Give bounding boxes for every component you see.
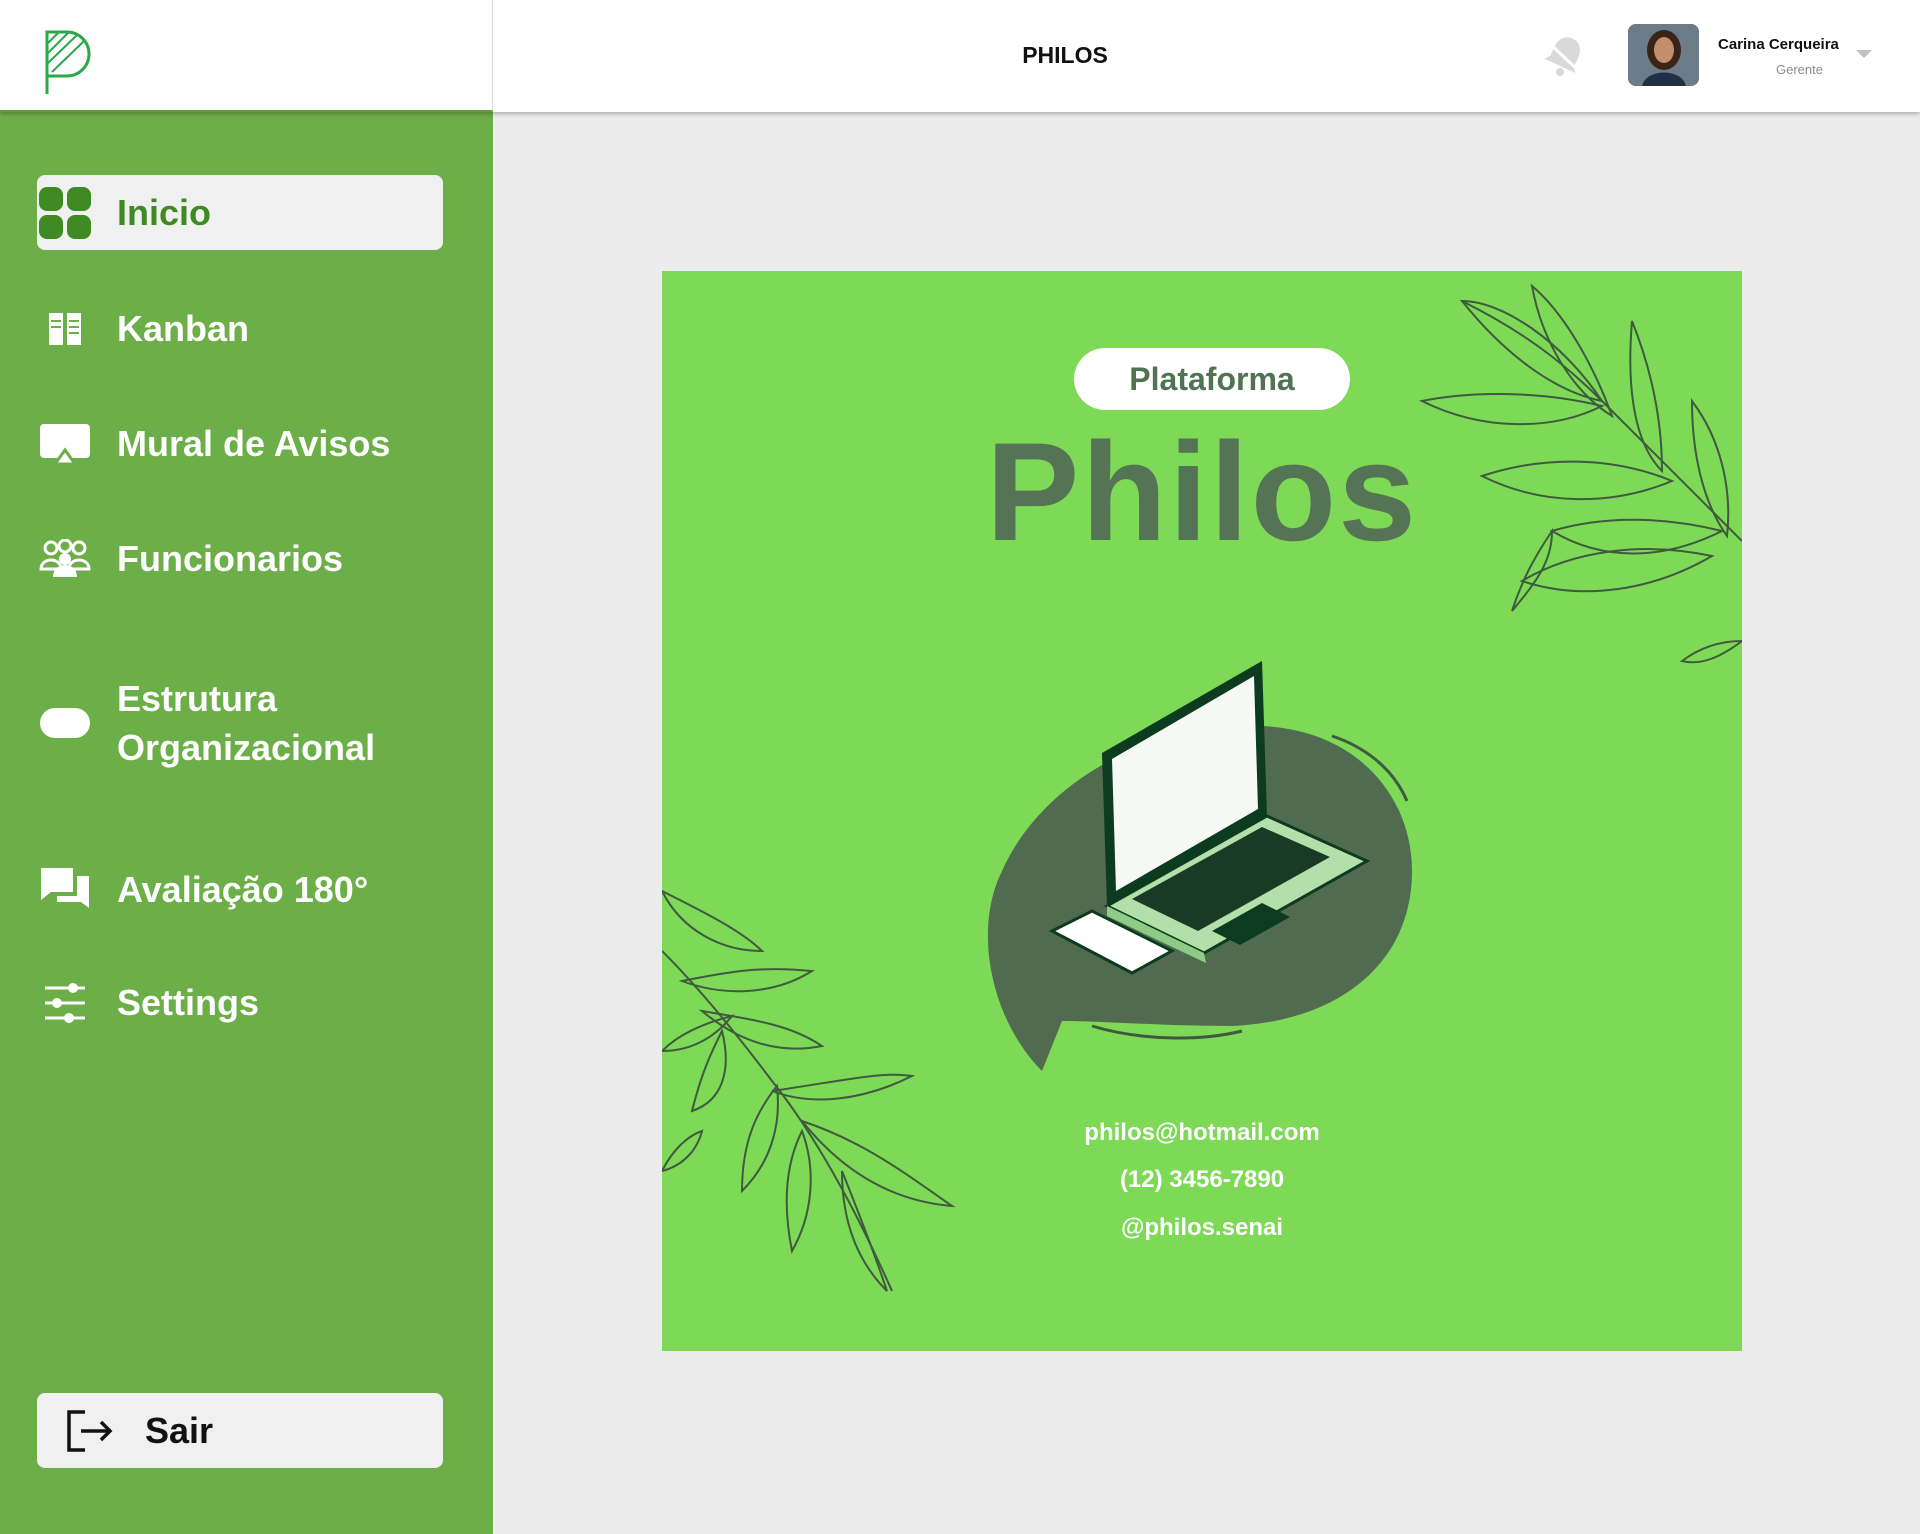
sidebar-item-label: Settings [117,982,260,1023]
contact-social: @philos.senai [1120,1214,1284,1241]
sidebar-item-inicio[interactable]: Inicio [37,175,443,250]
sliders-icon [37,981,93,1025]
sidebar-item-label: Avaliação 180° [117,868,369,910]
contact-email: philos@hotmail.com [1084,1119,1320,1146]
sidebar-item-mural-de-avisos[interactable]: Mural de Avisos [37,419,443,468]
chat-icon [37,864,93,914]
sidebar-item-kanban[interactable]: Kanban [37,304,443,353]
logout-icon [67,1409,113,1452]
banner-title: Philos [985,413,1419,570]
sidebar-item-label: Mural de Avisos [117,423,391,464]
top-header: PHILOS Carina Cerqueira Gerente [0,0,1920,112]
platform-tag: Plataforma [1074,348,1350,410]
logout-label: Sair [145,1409,214,1451]
kanban-icon [37,309,93,349]
sidebar-item-estrutura-organizacional[interactable]: Estrutura Organizacional [37,674,443,772]
user-menu-chevron-icon[interactable] [1856,50,1872,58]
sidebar-item-label: Funcionarios [117,538,344,579]
people-icon [37,538,93,579]
sidebar: Inicio Kanban Mural de Avisos Funcionari… [0,112,493,1534]
welcome-banner: Plataforma Philos philos@hotmail.com (12… [662,271,1742,1351]
sidebar-item-label: Estrutura [117,678,278,719]
notification-bell-icon[interactable] [1540,30,1590,80]
laptop-illustration [987,661,1412,1071]
user-name: Carina Cerqueira [1718,36,1839,53]
sidebar-item-funcionarios[interactable]: Funcionarios [37,534,443,583]
user-role: Gerente [1776,62,1823,77]
user-avatar[interactable] [1628,24,1699,86]
contact-phone: (12) 3456-7890 [1119,1166,1285,1193]
sidebar-item-settings[interactable]: Settings [37,978,443,1027]
logout-button[interactable]: Sair [37,1393,443,1468]
logo-area[interactable] [0,0,493,112]
philos-logo-icon [45,30,91,94]
board-icon [37,422,93,466]
sidebar-item-avaliacao[interactable]: Avaliação 180° [37,864,443,914]
sidebar-item-label: Inicio [117,192,212,233]
app-title: PHILOS [1022,42,1108,68]
grid-icon [37,185,93,241]
sidebar-item-label: Kanban [117,308,250,349]
pill-icon [37,706,93,740]
sidebar-item-label-line2: Organizacional [117,727,376,768]
